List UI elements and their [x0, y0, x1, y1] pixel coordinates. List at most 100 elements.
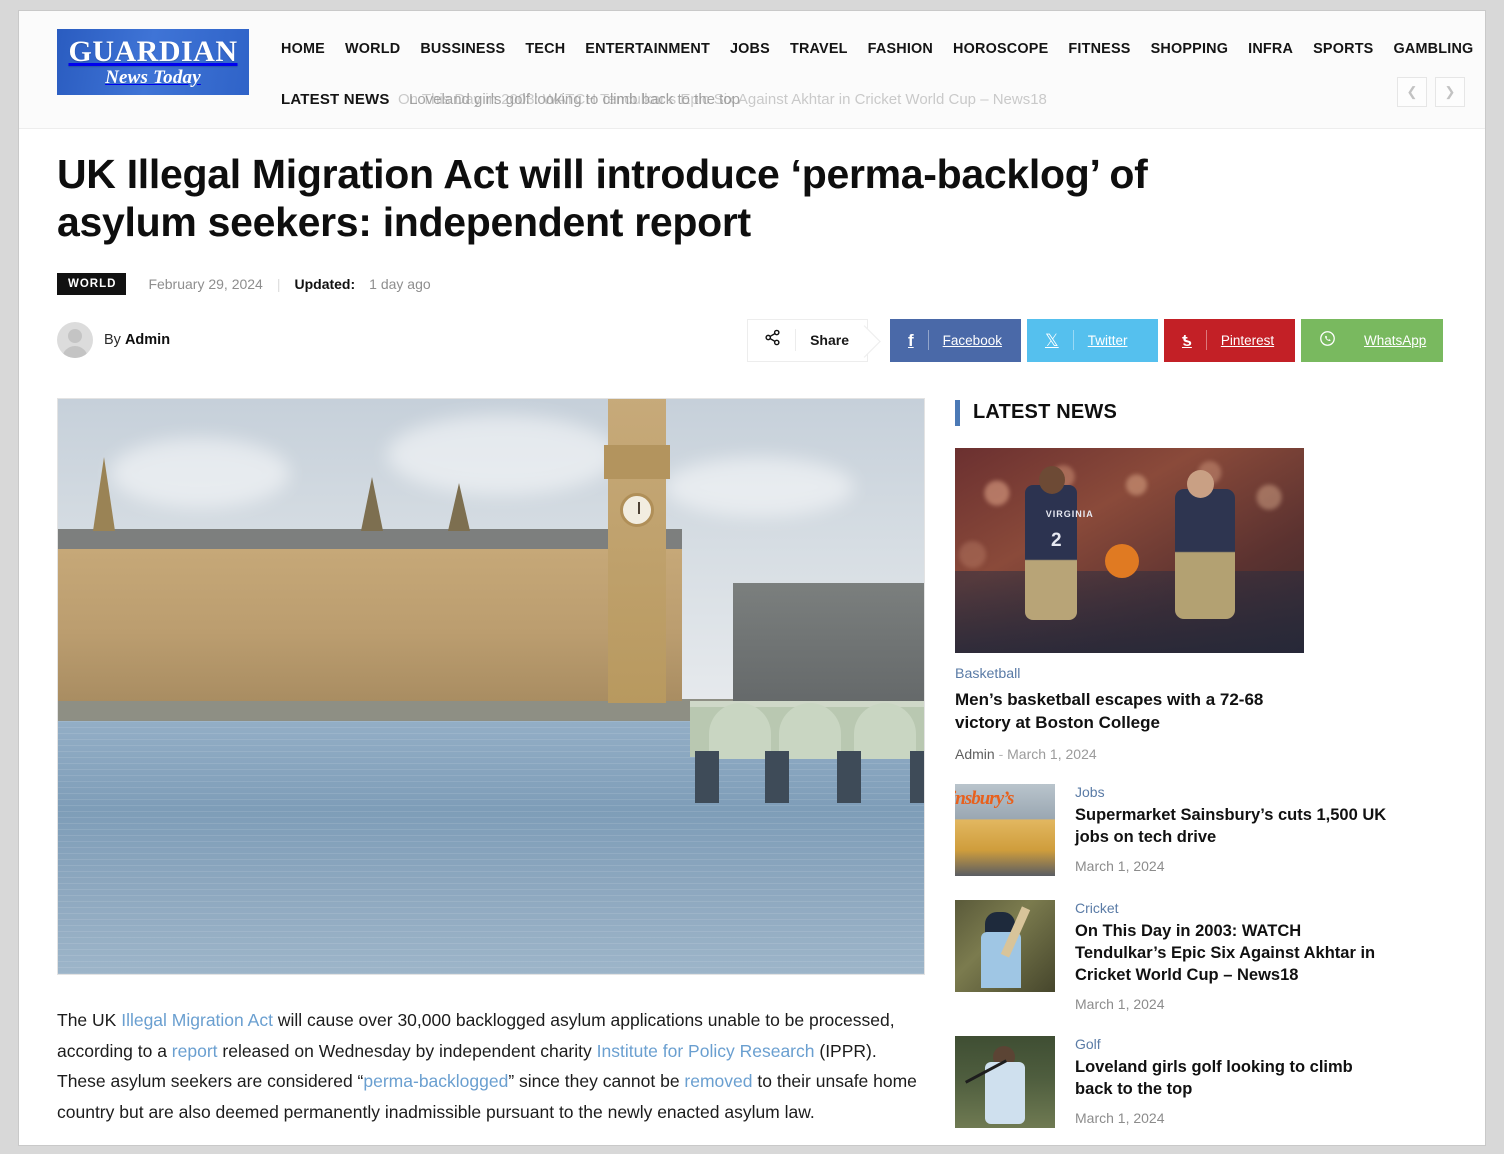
- body-link-removed[interactable]: removed: [684, 1071, 752, 1091]
- main-column: The UK Illegal Migration Act will cause …: [57, 397, 927, 1145]
- divider: [927, 330, 929, 351]
- publish-date: February 29, 2024: [148, 275, 263, 292]
- sidebar-featured-headline[interactable]: Men’s basketball escapes with a 72-68 vi…: [955, 689, 1300, 735]
- sidebar-item-thumb-text: insbury’s: [955, 787, 1014, 809]
- hero-westminster-bridge: [690, 700, 924, 803]
- hero-portcullis-house: [733, 582, 924, 703]
- nav-item-sports[interactable]: SPORTS: [1313, 41, 1373, 57]
- list-item[interactable]: Cricket On This Day in 2003: WATCH Tendu…: [955, 899, 1387, 1012]
- share-twitter-button[interactable]: 𝕏 Twitter: [1027, 318, 1158, 362]
- list-item[interactable]: insbury’s Jobs Supermarket Sainsbury’s c…: [955, 783, 1387, 876]
- nav-item-fitness[interactable]: FITNESS: [1068, 41, 1130, 57]
- article-header: UK Illegal Migration Act will introduce …: [19, 129, 1485, 362]
- sidebar-featured-author: Admin: [955, 745, 995, 762]
- sidebar-featured-dash: -: [998, 745, 1004, 762]
- hero-big-ben: [603, 398, 670, 703]
- pinterest-icon: ƾ: [1182, 330, 1192, 350]
- sidebar-item-kicker[interactable]: Cricket: [1075, 900, 1387, 916]
- share-facebook-button[interactable]: f Facebook: [890, 318, 1021, 362]
- chevron-left-icon: ❮: [1406, 84, 1418, 99]
- sidebar-featured-byline: Admin - March 1, 2024: [955, 746, 1387, 762]
- nav-item-horoscope[interactable]: HOROSCOPE: [953, 41, 1048, 57]
- ticker-prev-button[interactable]: ❮: [1397, 77, 1427, 107]
- ticker-item-current[interactable]: Loveland girls golf looking to climb bac…: [409, 91, 740, 108]
- sidebar-featured-thumbnail: VIRGINIA 2: [955, 447, 1304, 653]
- share-whatsapp-button[interactable]: WhatsApp: [1301, 318, 1443, 362]
- sidebar-item-thumbnail: [955, 899, 1055, 992]
- latest-news-ticker: LATEST NEWS On This Day in 2003: WATCH T…: [281, 89, 1405, 115]
- ticker-next-button[interactable]: ❯: [1435, 77, 1465, 107]
- sidebar-item-body: Golf Loveland girls golf looking to clim…: [1075, 1036, 1387, 1128]
- byline-and-share: By Admin Share f Facebook 𝕏 Twitter ƾ Pi…: [57, 318, 1445, 362]
- nav-item-tech[interactable]: TECH: [525, 41, 565, 57]
- sidebar-item-headline[interactable]: Supermarket Sainsbury’s cuts 1,500 UK jo…: [1075, 805, 1387, 849]
- nav-item-world[interactable]: WORLD: [345, 41, 400, 57]
- updated-value: 1 day ago: [369, 275, 431, 292]
- nav-item-infra[interactable]: INFRA: [1248, 41, 1293, 57]
- body-text-1: The UK: [57, 1009, 122, 1030]
- sidebar-item-kicker[interactable]: Golf: [1075, 1036, 1387, 1052]
- sidebar: LATEST NEWS VIRGINIA 2 Basketball Men’s …: [955, 398, 1387, 1145]
- body-link-perma-backlogged[interactable]: perma-backlogged: [363, 1071, 508, 1091]
- hero-big-ben-belfry: [603, 444, 670, 479]
- nav-item-shopping[interactable]: SHOPPING: [1151, 41, 1229, 57]
- meta-separator: |: [276, 275, 281, 292]
- content-grid: The UK Illegal Migration Act will cause …: [19, 362, 1485, 1145]
- share-label: Share: [810, 332, 849, 349]
- sidebar-title: LATEST NEWS: [973, 401, 1118, 424]
- site-logo[interactable]: GUARDIAN News Today: [57, 29, 249, 95]
- page-root: GUARDIAN News Today HOME WORLD BUSSINESS…: [18, 10, 1486, 1146]
- share-row: Share f Facebook 𝕏 Twitter ƾ Pinterest W…: [747, 318, 1443, 362]
- nav-item-home[interactable]: HOME: [281, 41, 325, 57]
- primary-nav: HOME WORLD BUSSINESS TECH ENTERTAINMENT …: [281, 41, 1473, 57]
- body-link-report[interactable]: report: [172, 1041, 218, 1061]
- updated-wrap: 1 day ago: [369, 276, 431, 292]
- category-badge[interactable]: WORLD: [57, 272, 127, 295]
- hero-spire-3: [447, 482, 470, 531]
- page-title: UK Illegal Migration Act will introduce …: [57, 151, 1148, 245]
- nav-item-fashion[interactable]: FASHION: [868, 41, 933, 57]
- sidebar-item-list: insbury’s Jobs Supermarket Sainsbury’s c…: [955, 783, 1387, 1128]
- whatsapp-icon: [1319, 330, 1336, 350]
- ticker-label: LATEST NEWS: [281, 91, 392, 108]
- body-link-ippr[interactable]: Institute for Policy Research: [597, 1041, 815, 1061]
- logo-sub-text: News Today: [105, 67, 201, 88]
- author-name[interactable]: Admin: [125, 332, 170, 348]
- sidebar-item-kicker[interactable]: Jobs: [1075, 784, 1387, 800]
- article-hero-image: [57, 397, 925, 975]
- sidebar-featured-item[interactable]: VIRGINIA 2 Basketball Men’s basketball e…: [955, 447, 1387, 762]
- logo-main-text: GUARDIAN: [68, 35, 238, 68]
- nav-item-bussiness[interactable]: BUSSINESS: [420, 41, 505, 57]
- byline: By Admin: [57, 322, 170, 359]
- share-pinterest-label: Pinterest: [1220, 332, 1275, 348]
- twitter-x-icon: 𝕏: [1045, 330, 1059, 350]
- nav-item-travel[interactable]: TRAVEL: [790, 41, 848, 57]
- share-facebook-label: Facebook: [942, 332, 1002, 348]
- sidebar-item-date: March 1, 2024: [1075, 1109, 1165, 1126]
- nav-item-jobs[interactable]: JOBS: [730, 41, 770, 57]
- share-whatsapp-label: WhatsApp: [1364, 332, 1427, 348]
- share-pinterest-button[interactable]: ƾ Pinterest: [1164, 318, 1295, 362]
- ticker-controls: ❮ ❯: [1397, 77, 1465, 107]
- sidebar-item-thumbnail: [955, 1035, 1055, 1128]
- sidebar-item-headline[interactable]: On This Day in 2003: WATCH Tendulkar’s E…: [1075, 921, 1387, 987]
- avatar: [57, 322, 93, 359]
- sidebar-item-body: Jobs Supermarket Sainsbury’s cuts 1,500 …: [1075, 784, 1387, 876]
- share-icon: [764, 329, 781, 351]
- share-label-tag: Share: [747, 318, 868, 362]
- sidebar-item-headline[interactable]: Loveland girls golf looking to climb bac…: [1075, 1057, 1387, 1101]
- hero-palace-roof: [58, 528, 682, 551]
- sidebar-item-date: March 1, 2024: [1075, 995, 1165, 1012]
- sidebar-featured-date: March 1, 2024: [1007, 745, 1097, 762]
- list-item[interactable]: Golf Loveland girls golf looking to clim…: [955, 1035, 1387, 1128]
- sidebar-featured-kicker[interactable]: Basketball: [955, 666, 1387, 682]
- nav-item-gambling[interactable]: GAMBLING: [1393, 41, 1473, 57]
- updated-label: Updated:: [294, 275, 356, 292]
- divider: [1205, 330, 1207, 351]
- body-link-illegal-migration-act[interactable]: Illegal Migration Act: [121, 1010, 273, 1030]
- share-twitter-label: Twitter: [1087, 332, 1128, 348]
- site-header: GUARDIAN News Today HOME WORLD BUSSINESS…: [19, 11, 1485, 129]
- divider: [1072, 330, 1074, 351]
- nav-item-entertainment[interactable]: ENTERTAINMENT: [585, 41, 710, 57]
- sidebar-item-thumbnail: insbury’s: [955, 783, 1055, 876]
